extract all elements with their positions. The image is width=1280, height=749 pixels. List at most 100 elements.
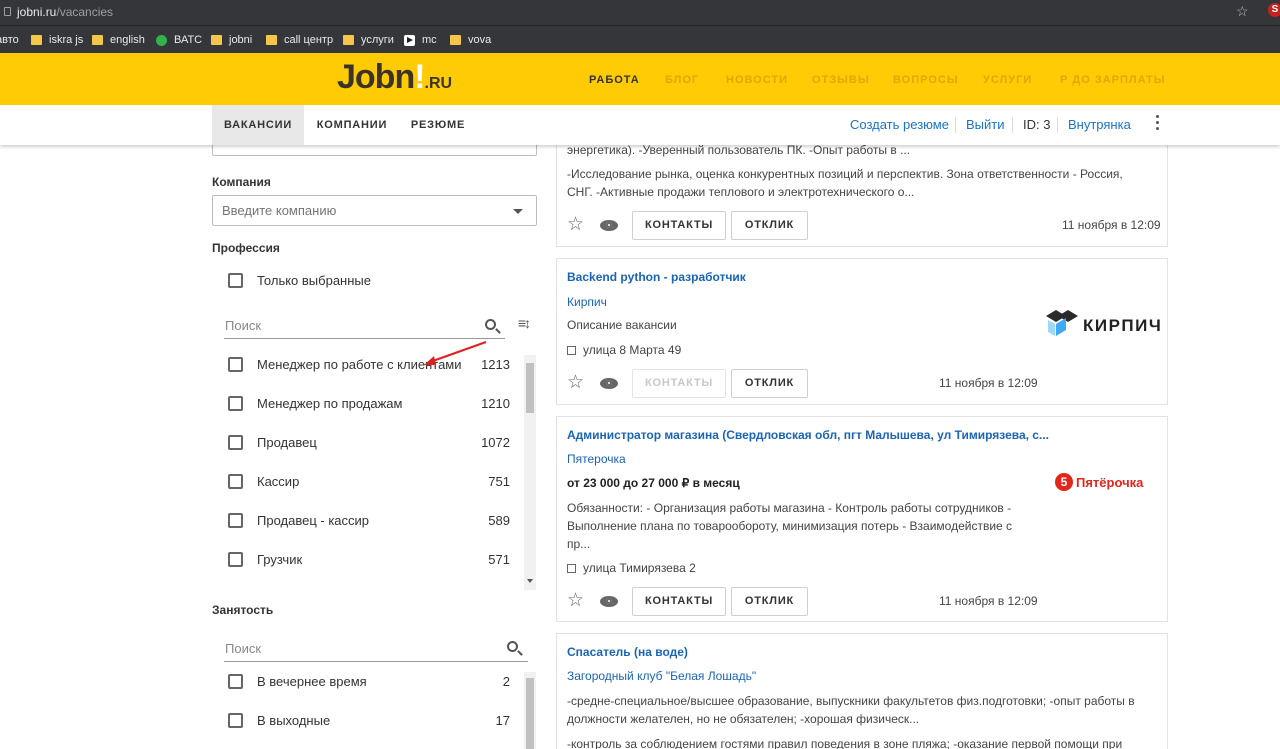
company-placeholder: Введите компанию — [222, 203, 337, 218]
bookmark-star-icon[interactable]: ☆ — [1236, 3, 1249, 20]
only-selected-checkbox[interactable] — [228, 273, 243, 288]
profession-label: Профессия — [212, 241, 280, 255]
browser-address-bar[interactable]: jobni.ru/vacancies ☆ S — [0, 0, 1280, 25]
vacancy-description: -средне-специальное/высшее образование, … — [567, 694, 1135, 708]
vacancy-description: -контроль за соблюдением гостями правил … — [567, 737, 1123, 749]
vacancy-date: 11 ноября в 12:09 — [939, 376, 1038, 390]
scroll-down-arrow-icon[interactable] — [527, 579, 533, 583]
employment-checkbox[interactable] — [228, 713, 243, 728]
nav-salary-advance[interactable]: Р ДО ЗАРПЛАТЫ — [1060, 74, 1166, 86]
company-logo-text: Пятёрочка — [1076, 475, 1144, 490]
pyaterochka-logo-icon: 5 — [1055, 473, 1073, 491]
view-eye-icon[interactable] — [600, 378, 618, 389]
vacancy-description: Обязанности: - Организация работы магази… — [567, 501, 1012, 515]
profession-count: 1072 — [481, 435, 510, 450]
profession-search-input[interactable]: Поиск — [224, 314, 505, 339]
vacancy-title[interactable]: Backend python - разработчик — [567, 270, 746, 284]
company-label: Компания — [212, 175, 271, 189]
folder-icon — [92, 35, 103, 45]
reply-button[interactable]: ОТКЛИК — [731, 211, 808, 240]
favorite-star-icon[interactable]: ☆ — [567, 373, 584, 392]
address-url[interactable]: jobni.ru/vacancies — [17, 5, 113, 19]
nav-novosti[interactable]: НОВОСТИ — [726, 74, 788, 86]
vacancy-duties: -Исследование рынка, оценка конкурентных… — [567, 167, 1123, 181]
folder-icon — [31, 35, 42, 45]
view-eye-icon[interactable] — [600, 596, 618, 607]
vacancy-company[interactable]: Кирпич — [567, 295, 607, 309]
nav-rabota[interactable]: РАБОТА — [589, 74, 640, 86]
bookmark-avto[interactable]: авто — [0, 32, 19, 48]
nav-otzyvy[interactable]: ОТЗЫВЫ — [812, 74, 870, 86]
bookmark-uslugi[interactable]: услуги — [343, 32, 394, 48]
logout-link[interactable]: Выйти — [966, 117, 1005, 132]
lock-icon — [4, 7, 11, 16]
vacancy-salary: от 23 000 до 27 000 ₽ в месяц — [567, 476, 740, 490]
view-eye-icon[interactable] — [600, 220, 618, 231]
tab-resume[interactable]: РЕЗЮМЕ — [400, 105, 476, 145]
nav-blog[interactable]: БЛОГ — [665, 74, 699, 86]
employment-search-input[interactable]: Поиск — [224, 637, 528, 662]
profession-checkbox[interactable] — [228, 513, 243, 528]
bookmark-mc[interactable]: mc — [404, 32, 437, 48]
create-resume-link[interactable]: Создать резюме — [850, 117, 949, 132]
vacancy-company[interactable]: Загородный клуб "Белая Лошадь" — [567, 669, 756, 683]
vacancy-address: улица 8 Марта 49 — [567, 343, 681, 357]
vacancy-date: 11 ноября в 12:09 — [1062, 218, 1161, 232]
only-selected-label: Только выбранные — [257, 273, 371, 288]
vacancy-duties: СНГ. -Активные продажи теплового и элект… — [567, 185, 915, 199]
bookmark-vova[interactable]: vova — [450, 32, 491, 48]
contacts-button[interactable]: КОНТАКТЫ — [632, 211, 726, 240]
profession-checkbox[interactable] — [228, 474, 243, 489]
play-icon — [404, 34, 415, 46]
sort-icon[interactable]: ≡↕ — [518, 315, 531, 331]
scrollbar-thumb[interactable] — [526, 363, 534, 413]
employment-count: 17 — [495, 713, 510, 728]
favorite-star-icon[interactable]: ☆ — [567, 215, 584, 234]
employment-list-scrollbar[interactable] — [524, 672, 536, 749]
bookmark-call-center[interactable]: call центр — [266, 32, 333, 48]
search-icon[interactable] — [485, 319, 496, 330]
profession-label: Продавец — [257, 435, 317, 450]
employment-checkbox[interactable] — [228, 674, 243, 689]
vacancy-title[interactable]: Спасатель (на воде) — [567, 645, 688, 659]
contacts-button[interactable]: КОНТАКТЫ — [632, 587, 726, 616]
bookmark-english[interactable]: english — [92, 32, 145, 48]
internal-link[interactable]: Внутрянка — [1068, 117, 1131, 132]
bookmark-vats[interactable]: ВАТС — [156, 32, 202, 48]
nav-uslugi[interactable]: УСЛУГИ — [983, 74, 1032, 86]
company-select[interactable]: Введите компанию — [212, 195, 537, 226]
globe-icon — [156, 34, 167, 46]
profession-count: 589 — [488, 513, 510, 528]
reply-button[interactable]: ОТКЛИК — [731, 587, 808, 616]
profession-label: Продавец - кассир — [257, 513, 370, 528]
folder-icon — [211, 35, 222, 45]
folder-icon — [450, 35, 461, 45]
profession-checkbox[interactable] — [228, 396, 243, 411]
bookmarks-bar: авто iskra js english ВАТС jobni call це… — [0, 25, 1280, 53]
vacancy-company[interactable]: Пятерочка — [567, 452, 626, 466]
extension-icon[interactable]: S — [1268, 3, 1280, 17]
tab-vacancies[interactable]: ВАКАНСИИ — [212, 105, 304, 145]
scrollbar-thumb[interactable] — [526, 678, 534, 749]
profession-list-scrollbar[interactable] — [524, 355, 536, 590]
vacancy-title[interactable]: Администратор магазина (Свердловская обл… — [567, 428, 1049, 442]
search-placeholder: Поиск — [225, 318, 262, 333]
favorite-star-icon[interactable]: ☆ — [567, 591, 584, 610]
profession-checkbox[interactable] — [228, 357, 243, 372]
chevron-down-icon — [513, 209, 523, 214]
search-icon[interactable] — [507, 641, 518, 652]
nav-voprosy[interactable]: ВОПРОСЫ — [893, 74, 959, 86]
more-menu-icon[interactable] — [1156, 115, 1160, 133]
tab-companies[interactable]: КОМПАНИИ — [306, 105, 398, 145]
profession-checkbox[interactable] — [228, 552, 243, 567]
map-icon — [567, 563, 576, 573]
profession-checkbox[interactable] — [228, 435, 243, 450]
folder-icon — [343, 35, 354, 45]
site-logo[interactable]: Jobn!.RU — [337, 58, 452, 97]
bookmark-jobni[interactable]: jobni — [211, 32, 252, 48]
reply-button[interactable]: ОТКЛИК — [731, 369, 808, 398]
contacts-button[interactable]: КОНТАКТЫ — [632, 369, 726, 398]
divider — [1057, 117, 1058, 133]
folder-icon — [266, 35, 277, 45]
bookmark-iskra-js[interactable]: iskra js — [31, 32, 83, 48]
